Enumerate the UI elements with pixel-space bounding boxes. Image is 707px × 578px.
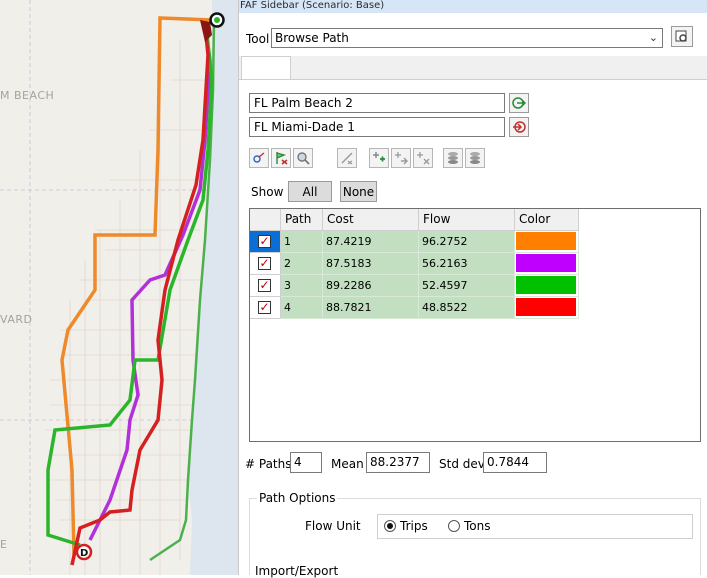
clear-flag-button[interactable]	[271, 148, 291, 168]
map-view[interactable]: D M BEACH VARD E	[0, 0, 238, 575]
show-none-button[interactable]: None	[340, 181, 377, 202]
grid-cell-cost: 88.7821	[323, 297, 419, 319]
grid-cell-color[interactable]	[515, 253, 579, 275]
grid-cell-path: 1	[281, 231, 323, 253]
flow-unit-label: Flow Unit	[305, 519, 361, 533]
trips-radio[interactable]	[384, 520, 396, 532]
grid-cell-flow: 52.4597	[419, 275, 515, 297]
destination-input[interactable]: FL Miami-Dade 1	[249, 117, 505, 137]
grid-cell-cost: 87.4219	[323, 231, 419, 253]
grid-cell-color[interactable]	[515, 275, 579, 297]
row-checkbox[interactable]: ✓	[258, 235, 271, 248]
layers-button[interactable]	[443, 148, 463, 168]
destination-pick-button[interactable]	[509, 117, 529, 137]
show-label: Show	[251, 185, 284, 199]
add-arrow-icon	[395, 152, 408, 165]
layers-alt-icon	[470, 152, 480, 164]
grid-cell-path: 2	[281, 253, 323, 275]
swap-icon	[341, 152, 353, 165]
grid-row-selector[interactable]: ✓	[250, 231, 281, 253]
mean-label: Mean	[331, 457, 364, 471]
tool-label: Tool	[246, 32, 270, 46]
flow-unit-radio-group: Trips Tons	[377, 514, 693, 539]
grid-header-cost[interactable]: Cost	[323, 209, 419, 231]
grid-cell-cost: 87.5183	[323, 253, 419, 275]
origin-pick-button[interactable]	[509, 93, 529, 113]
settings-button[interactable]	[671, 26, 693, 47]
tab-strip	[239, 56, 707, 80]
sidebar-title: FAF Sidebar (Scenario: Base)	[239, 0, 707, 13]
grid-header-path[interactable]: Path	[281, 209, 323, 231]
grid-cell-color[interactable]	[515, 297, 579, 319]
paths-count-field[interactable]: 4	[290, 452, 322, 473]
row-checkbox[interactable]: ✓	[258, 301, 271, 314]
import-export-label: Import/Export	[255, 564, 339, 578]
faf-sidebar: FAF Sidebar (Scenario: Base) Tool Browse…	[238, 0, 707, 578]
paths-grid: Path Cost Flow Color ✓ 1 87.4219 96.2752…	[249, 208, 701, 442]
row-checkbox[interactable]: ✓	[258, 279, 271, 292]
grid-cell-flow: 56.2163	[419, 253, 515, 275]
remove-node-button[interactable]	[413, 148, 433, 168]
origin-input[interactable]: FL Palm Beach 2	[249, 93, 505, 113]
std-dev-label: Std dev	[439, 457, 485, 471]
grid-cell-color[interactable]	[515, 231, 579, 253]
path-select-button[interactable]	[249, 148, 269, 168]
tab-main[interactable]	[241, 56, 291, 79]
tons-radio-label[interactable]: Tons	[464, 519, 491, 533]
tons-radio[interactable]	[448, 520, 460, 532]
std-dev-field[interactable]: 0.7844	[483, 452, 547, 473]
enter-arrow-icon	[513, 121, 526, 133]
mean-field[interactable]: 88.2377	[366, 452, 430, 473]
zoom-button[interactable]	[293, 148, 313, 168]
layers-alt-button[interactable]	[465, 148, 485, 168]
trips-radio-label[interactable]: Trips	[400, 519, 428, 533]
zoom-icon	[297, 152, 310, 165]
path-select-icon	[253, 152, 265, 163]
add-arrow-button[interactable]	[391, 148, 411, 168]
grid-cell-flow: 48.8522	[419, 297, 515, 319]
tool-select[interactable]: Browse Path ⌄	[271, 28, 663, 48]
swap-button[interactable]	[337, 148, 357, 168]
add-node-button[interactable]	[369, 148, 389, 168]
map-canvas: D	[0, 0, 238, 575]
clear-flag-icon	[276, 152, 288, 165]
grid-cell-path: 4	[281, 297, 323, 319]
grid-header-color[interactable]: Color	[515, 209, 579, 231]
grid-header-flow[interactable]: Flow	[419, 209, 515, 231]
map-label-e: E	[0, 538, 8, 551]
destination-marker-letter: D	[80, 548, 88, 559]
street-grid	[45, 40, 210, 575]
color-swatch	[515, 275, 577, 295]
chevron-down-icon: ⌄	[648, 31, 658, 44]
paths-count-label: # Paths	[245, 457, 292, 471]
color-swatch	[515, 297, 577, 317]
path-options-title: Path Options	[257, 491, 338, 505]
exit-arrow-icon	[512, 97, 526, 109]
grid-header-select	[250, 209, 281, 231]
add-node-icon	[373, 152, 385, 162]
county-lines	[0, 0, 210, 575]
map-label-beach: M BEACH	[0, 89, 55, 102]
tool-select-value: Browse Path	[275, 31, 349, 45]
row-checkbox[interactable]: ✓	[258, 257, 271, 270]
map-label-ward: VARD	[0, 313, 33, 326]
color-swatch	[515, 231, 577, 251]
grid-row-selector[interactable]: ✓	[250, 253, 281, 275]
grid-cell-cost: 89.2286	[323, 275, 419, 297]
grid-cell-flow: 96.2752	[419, 231, 515, 253]
grid-row-selector[interactable]: ✓	[250, 275, 281, 297]
color-swatch	[515, 253, 577, 273]
layers-icon	[448, 152, 458, 164]
origin-marker-core	[214, 17, 220, 23]
grid-cell-path: 3	[281, 275, 323, 297]
show-all-button[interactable]: All	[288, 181, 332, 202]
remove-node-icon	[417, 152, 430, 165]
grid-row-selector[interactable]: ✓	[250, 297, 281, 319]
settings-icon	[675, 30, 687, 42]
